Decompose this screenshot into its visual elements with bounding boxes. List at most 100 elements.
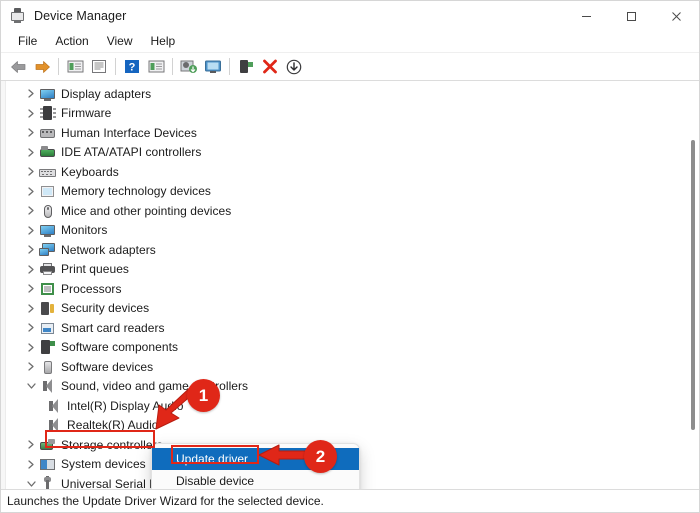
tree-item-human-interface-devices[interactable]: Human Interface Devices (1, 123, 699, 143)
vertical-scrollbar[interactable] (689, 84, 697, 485)
tree-item-mice-and-other-pointing-devices[interactable]: Mice and other pointing devices (1, 201, 699, 221)
chevron-right-icon[interactable] (23, 357, 39, 376)
chevron-right-icon[interactable] (23, 260, 39, 279)
chevron-right-icon[interactable] (23, 455, 39, 474)
tree-item-label: IDE ATA/ATAPI controllers (61, 145, 201, 159)
tree-item-ide-ata-atapi-controllers[interactable]: IDE ATA/ATAPI controllers (1, 143, 699, 163)
chevron-right-icon[interactable] (23, 338, 39, 357)
chevron-down-icon[interactable] (23, 377, 39, 396)
display-adapter-icon (39, 86, 57, 102)
window-title: Device Manager (34, 9, 126, 23)
chevron-right-icon[interactable] (23, 143, 39, 162)
device-manager-window: Device Manager File Action View Help (0, 0, 700, 513)
chevron-right-icon[interactable] (23, 84, 39, 103)
chevron-down-icon[interactable] (23, 474, 39, 489)
tree-item-label: Monitors (61, 223, 107, 237)
view-devices-icon[interactable] (144, 56, 168, 78)
maximize-button[interactable] (609, 1, 654, 31)
tree-item-label: Smart card readers (61, 321, 165, 335)
tree-item-label: Mice and other pointing devices (61, 204, 231, 218)
printer-icon (39, 261, 57, 277)
device-tree-panel: Display adapters Firmware Human Interfac… (1, 81, 699, 489)
back-icon[interactable] (6, 56, 30, 78)
title-bar: Device Manager (1, 1, 699, 31)
chevron-right-icon[interactable] (23, 182, 39, 201)
left-edge-rail (1, 81, 6, 489)
tree-item-label: Keyboards (61, 165, 119, 179)
disable-device-icon[interactable] (282, 56, 306, 78)
tree-item-network-adapters[interactable]: Network adapters (1, 240, 699, 260)
chevron-right-icon[interactable] (23, 299, 39, 318)
properties-icon[interactable] (87, 56, 111, 78)
tree-item-intel-display-audio[interactable]: Intel(R) Display Audio (1, 396, 699, 416)
tree-item-security-devices[interactable]: Security devices (1, 299, 699, 319)
status-bar: Launches the Update Driver Wizard for th… (1, 489, 699, 512)
tree-item-firmware[interactable]: Firmware (1, 104, 699, 124)
tree-item-sound-video-and-game-controllers[interactable]: Sound, video and game controllers (1, 377, 699, 397)
tree-item-print-queues[interactable]: Print queues (1, 260, 699, 280)
tree-item-software-devices[interactable]: Software devices (1, 357, 699, 377)
scan-hardware-changes-icon[interactable] (201, 56, 225, 78)
tree-item-memory-technology-devices[interactable]: Memory technology devices (1, 182, 699, 202)
tree-item-display-adapters[interactable]: Display adapters (1, 84, 699, 104)
sound-icon (45, 417, 63, 433)
processor-icon (39, 281, 57, 297)
tree-item-monitors[interactable]: Monitors (1, 221, 699, 241)
enable-device-icon[interactable] (234, 56, 258, 78)
chevron-right-icon[interactable] (23, 123, 39, 142)
firmware-icon (39, 105, 57, 121)
context-menu-label: Update driver (176, 452, 248, 466)
network-adapter-icon (39, 242, 57, 258)
annotation-badge-2: 2 (304, 440, 337, 473)
tree-item-label: Security devices (61, 301, 149, 315)
minimize-button[interactable] (564, 1, 609, 31)
device-manager-icon (10, 8, 26, 24)
tree-item-label: Software components (61, 340, 178, 354)
sound-icon (39, 378, 57, 394)
tree-item-realtek-audio[interactable]: Realtek(R) Audio (1, 416, 699, 436)
menu-view[interactable]: View (98, 32, 142, 51)
ide-controller-icon (39, 144, 57, 160)
chevron-right-icon[interactable] (23, 435, 39, 454)
toolbar-separator (229, 58, 230, 75)
toolbar: ? (1, 53, 699, 81)
chevron-right-icon[interactable] (23, 279, 39, 298)
memory-icon (39, 183, 57, 199)
tree-item-label: Display adapters (61, 87, 151, 101)
tree-item-label: System devices (61, 457, 146, 471)
toolbar-separator (172, 58, 173, 75)
mouse-icon (39, 203, 57, 219)
uninstall-device-icon[interactable] (258, 56, 282, 78)
security-device-icon (39, 300, 57, 316)
close-button[interactable] (654, 1, 699, 31)
show-hidden-devices-icon[interactable] (63, 56, 87, 78)
status-bar-text: Launches the Update Driver Wizard for th… (7, 494, 324, 508)
annotation-badge-1: 1 (187, 379, 220, 412)
forward-icon[interactable] (30, 56, 54, 78)
update-driver-icon[interactable] (177, 56, 201, 78)
tree-item-label: Software devices (61, 360, 153, 374)
tree-item-smart-card-readers[interactable]: Smart card readers (1, 318, 699, 338)
menu-file[interactable]: File (9, 32, 46, 51)
help-icon[interactable]: ? (120, 56, 144, 78)
chevron-right-icon[interactable] (23, 318, 39, 337)
tree-item-label: Print queues (61, 262, 129, 276)
tree-item-processors[interactable]: Processors (1, 279, 699, 299)
chevron-right-icon[interactable] (23, 162, 39, 181)
tree-item-label: Memory technology devices (61, 184, 211, 198)
svg-text:?: ? (129, 62, 136, 74)
tree-item-keyboards[interactable]: Keyboards (1, 162, 699, 182)
menu-action[interactable]: Action (46, 32, 97, 51)
storage-controller-icon (39, 437, 57, 453)
tree-item-software-components[interactable]: Software components (1, 338, 699, 358)
context-menu-item-disable-device[interactable]: Disable device (152, 470, 359, 489)
device-tree: Display adapters Firmware Human Interfac… (1, 81, 699, 489)
menu-help[interactable]: Help (142, 32, 185, 51)
chevron-right-icon[interactable] (23, 221, 39, 240)
chevron-right-icon[interactable] (23, 240, 39, 259)
chevron-right-icon[interactable] (23, 201, 39, 220)
tree-item-label: Human Interface Devices (61, 126, 197, 140)
scrollbar-thumb[interactable] (691, 140, 695, 430)
smart-card-reader-icon (39, 320, 57, 336)
chevron-right-icon[interactable] (23, 104, 39, 123)
